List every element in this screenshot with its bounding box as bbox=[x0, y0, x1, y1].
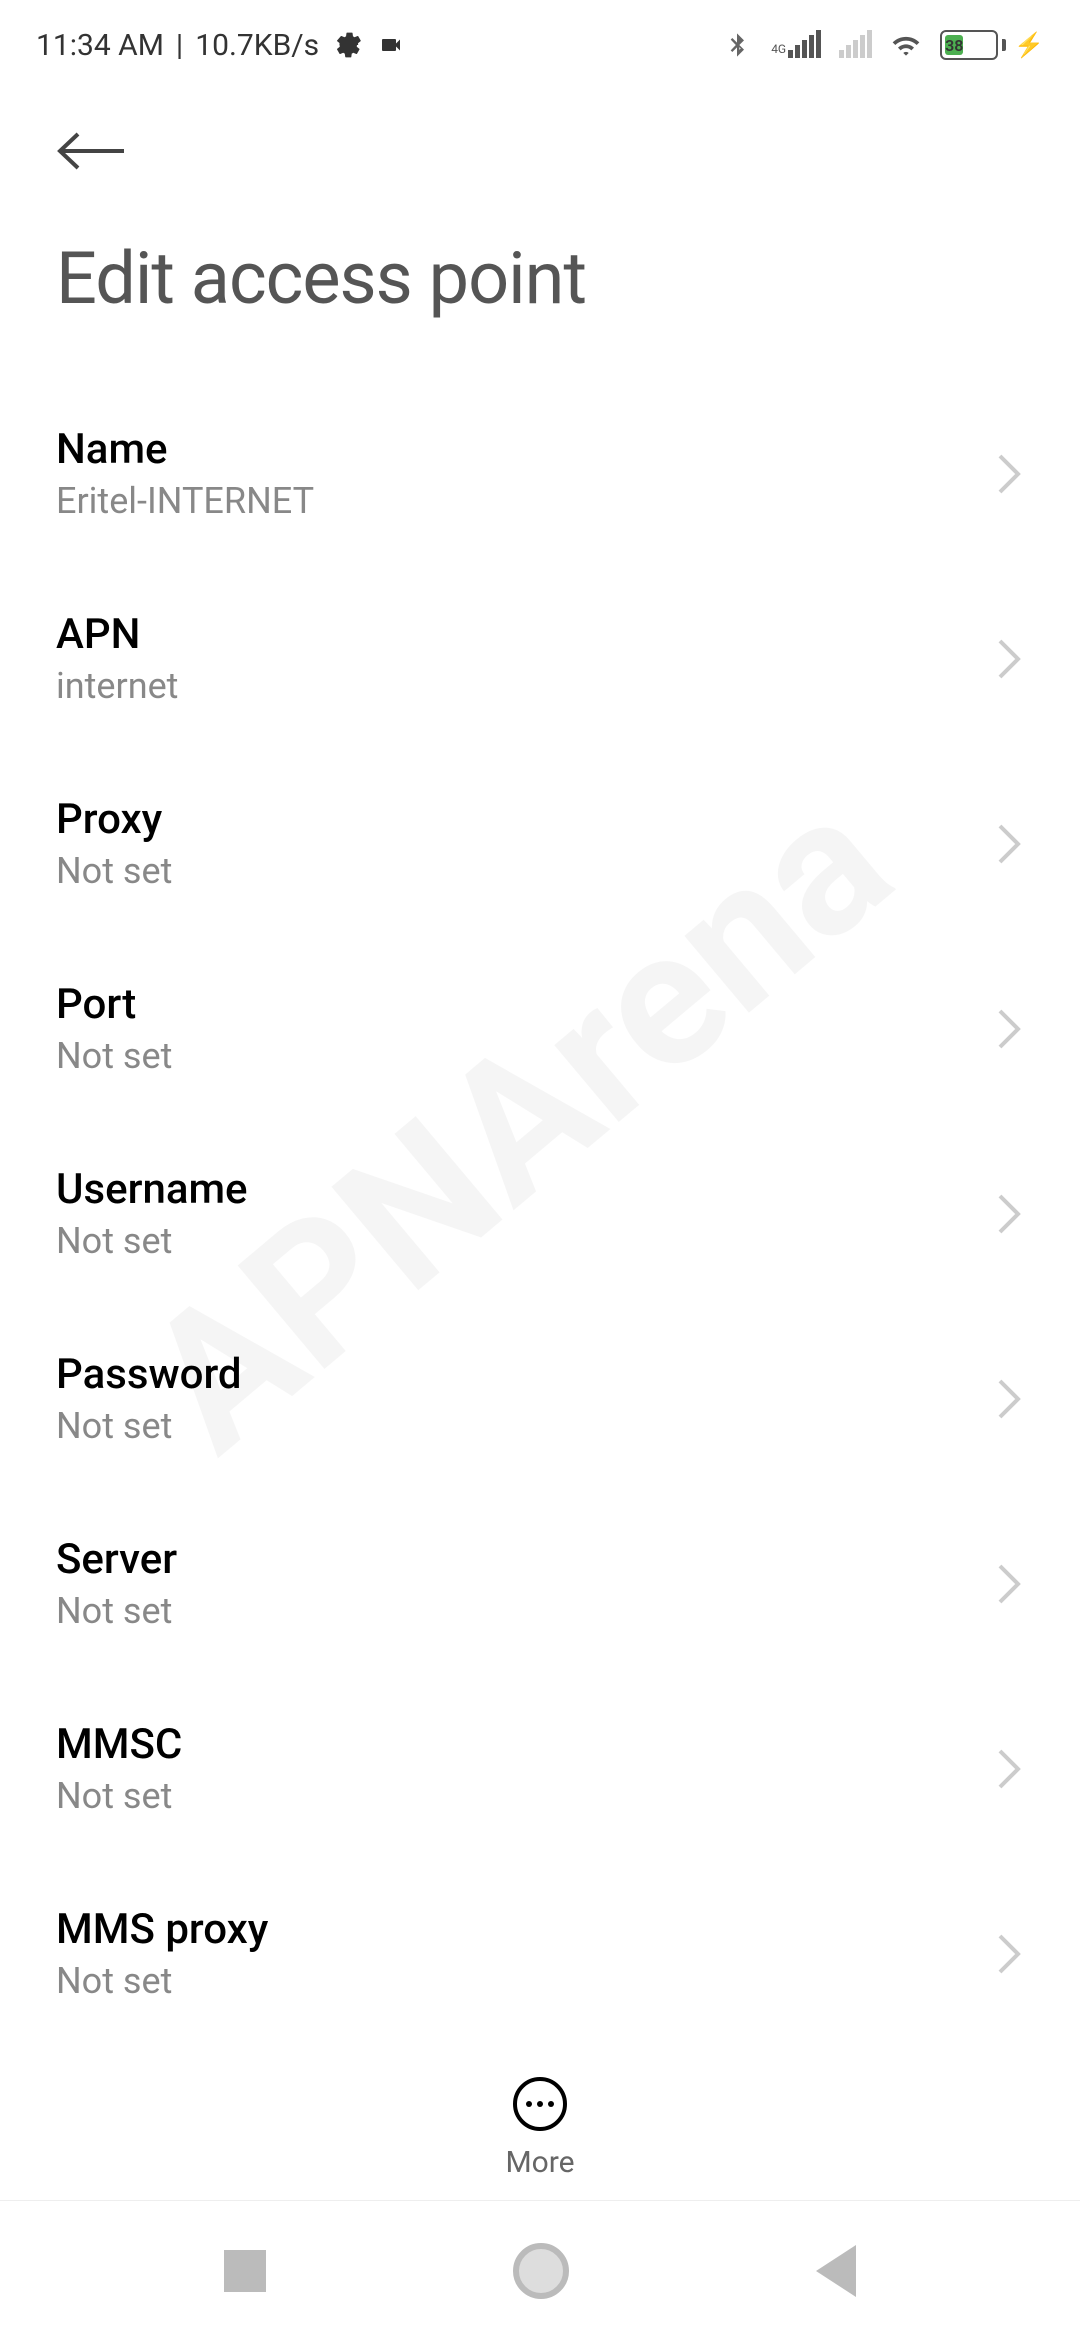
status-separator: | bbox=[176, 28, 183, 63]
signal-icon-sim1: 4G bbox=[771, 32, 821, 58]
setting-label: APN bbox=[56, 610, 996, 659]
setting-value: Not set bbox=[56, 1405, 996, 1447]
setting-label: MMSC bbox=[56, 1720, 996, 1769]
setting-label: Name bbox=[56, 425, 996, 474]
chevron-right-icon bbox=[996, 1747, 1024, 1791]
setting-label: Username bbox=[56, 1165, 996, 1214]
setting-value: Not set bbox=[56, 1590, 996, 1632]
back-button[interactable] bbox=[0, 90, 1080, 196]
setting-item-username[interactable]: Username Not set bbox=[56, 1121, 1024, 1306]
setting-value: Eritel-INTERNET bbox=[56, 480, 996, 522]
bluetooth-icon bbox=[721, 29, 753, 61]
setting-item-name[interactable]: Name Eritel-INTERNET bbox=[56, 381, 1024, 566]
setting-value: Not set bbox=[56, 1035, 996, 1077]
network-type-label: 4G bbox=[771, 42, 786, 56]
nav-recents-button[interactable] bbox=[224, 2250, 266, 2292]
setting-value: internet bbox=[56, 665, 996, 707]
chevron-right-icon bbox=[996, 1562, 1024, 1606]
battery-indicator: 38 ⚡ bbox=[940, 30, 1044, 60]
chevron-right-icon bbox=[996, 452, 1024, 496]
setting-item-mmsc[interactable]: MMSC Not set bbox=[56, 1676, 1024, 1861]
status-bar: 11:34 AM | 10.7KB/s 4G bbox=[0, 0, 1080, 90]
setting-item-proxy[interactable]: Proxy Not set bbox=[56, 751, 1024, 936]
navigation-bar bbox=[0, 2200, 1080, 2340]
chevron-right-icon bbox=[996, 1377, 1024, 1421]
more-label: More bbox=[505, 2145, 574, 2180]
settings-list: Name Eritel-INTERNET APN internet Proxy … bbox=[0, 381, 1080, 2046]
setting-value: Not set bbox=[56, 1960, 996, 2002]
setting-item-mms-proxy[interactable]: MMS proxy Not set bbox=[56, 1861, 1024, 2046]
setting-value: Not set bbox=[56, 850, 996, 892]
chevron-right-icon bbox=[996, 1192, 1024, 1236]
setting-label: Server bbox=[56, 1535, 996, 1584]
status-network-speed: 10.7KB/s bbox=[195, 28, 319, 63]
setting-value: Not set bbox=[56, 1220, 996, 1262]
setting-label: Password bbox=[56, 1350, 996, 1399]
setting-item-port[interactable]: Port Not set bbox=[56, 936, 1024, 1121]
gear-icon bbox=[331, 29, 363, 61]
setting-item-password[interactable]: Password Not set bbox=[56, 1306, 1024, 1491]
nav-back-button[interactable] bbox=[816, 2245, 856, 2297]
setting-value: Not set bbox=[56, 1775, 996, 1817]
arrow-left-icon bbox=[56, 130, 128, 172]
nav-home-button[interactable] bbox=[513, 2243, 569, 2299]
setting-label: Proxy bbox=[56, 795, 996, 844]
charging-icon: ⚡ bbox=[1014, 31, 1044, 59]
status-time: 11:34 AM bbox=[36, 28, 164, 63]
camera-icon bbox=[375, 29, 407, 61]
signal-icon-sim2 bbox=[839, 32, 872, 58]
more-button[interactable]: More bbox=[0, 2077, 1080, 2180]
setting-item-apn[interactable]: APN internet bbox=[56, 566, 1024, 751]
setting-label: Port bbox=[56, 980, 996, 1029]
chevron-right-icon bbox=[996, 637, 1024, 681]
page-title: Edit access point bbox=[0, 196, 1080, 381]
more-icon bbox=[513, 2077, 567, 2131]
wifi-icon bbox=[890, 29, 922, 61]
battery-percent: 38 bbox=[945, 35, 963, 55]
chevron-right-icon bbox=[996, 1007, 1024, 1051]
setting-item-server[interactable]: Server Not set bbox=[56, 1491, 1024, 1676]
chevron-right-icon bbox=[996, 1932, 1024, 1976]
chevron-right-icon bbox=[996, 822, 1024, 866]
setting-label: MMS proxy bbox=[56, 1905, 996, 1954]
